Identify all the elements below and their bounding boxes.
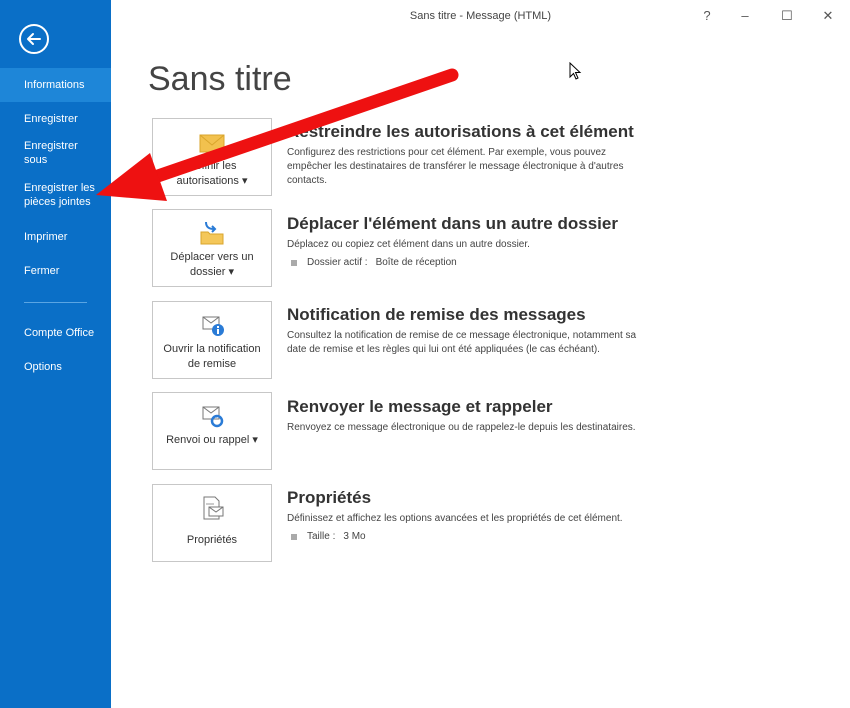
close-button[interactable]: ✕	[816, 6, 840, 26]
section-description: Déplacez ou copiez cet élément dans un a…	[287, 239, 530, 250]
properties-icon	[203, 496, 224, 520]
page-title: Sans titre	[148, 60, 292, 98]
open-delivery-notification-button[interactable]: Ouvrir la notification de remise	[152, 301, 272, 379]
minimize-button[interactable]: –	[733, 6, 757, 26]
section-resend-recall: Renvoyer le message et rappeler Renvoyez…	[287, 397, 647, 435]
resend-recall-button[interactable]: Renvoi ou rappel ▾	[152, 392, 272, 470]
move-to-folder-icon	[200, 221, 224, 245]
mouse-cursor-icon	[569, 62, 582, 80]
size-value: 3 Mo	[343, 531, 366, 542]
maximize-button[interactable]: ☐	[775, 6, 799, 26]
section-properties: Propriétés Définissez et affichez les op…	[287, 488, 647, 542]
back-arrow-icon	[27, 33, 41, 45]
chevron-down-icon: ▾	[228, 266, 235, 278]
section-title: Notification de remise des messages	[287, 305, 586, 324]
nav-item-informations[interactable]: Informations	[0, 68, 111, 102]
size-row: Taille : 3 Mo	[287, 531, 647, 542]
resend-recall-label: Renvoi ou rappel ▾	[166, 434, 258, 446]
bullet-icon	[291, 533, 297, 540]
section-description: Consultez la notification de remise de c…	[287, 330, 637, 355]
backstage-sidebar: Informations Enregistrer Enregistrer sou…	[0, 0, 111, 708]
nav-item-enregistrer-sous[interactable]: Enregistrer sous	[0, 136, 111, 170]
section-title: Renvoyer le message et rappeler	[287, 397, 553, 416]
section-delivery-notification: Notification de remise des messages Cons…	[287, 305, 647, 357]
nav-item-options[interactable]: Options	[0, 350, 111, 384]
section-description: Configurez des restrictions pour cet élé…	[287, 147, 624, 186]
nav-item-imprimer[interactable]: Imprimer	[0, 220, 111, 254]
set-permissions-label: Définir les autorisations ▾	[176, 160, 248, 187]
open-delivery-notification-label: Ouvrir la notification de remise	[163, 343, 261, 370]
back-button[interactable]	[19, 24, 49, 54]
section-description: Renvoyez ce message électronique ou de r…	[287, 422, 636, 433]
move-to-folder-label: Déplacer vers un dossier ▾	[170, 251, 254, 278]
properties-button[interactable]: Propriétés	[152, 484, 272, 562]
resend-recall-icon	[202, 406, 224, 428]
section-title: Déplacer l'élément dans un autre dossier	[287, 214, 618, 233]
properties-label: Propriétés	[186, 534, 238, 546]
section-move-item: Déplacer l'élément dans un autre dossier…	[287, 214, 647, 268]
bullet-icon	[291, 259, 297, 266]
move-to-folder-button[interactable]: Déplacer vers un dossier ▾	[152, 209, 272, 287]
nav-item-compte-office[interactable]: Compte Office	[0, 316, 111, 350]
help-button[interactable]: ?	[695, 6, 719, 26]
size-label: Taille :	[307, 531, 336, 542]
title-bar: Sans titre - Message (HTML) ? – ☐ ✕	[111, 0, 850, 34]
delivery-notification-icon	[202, 316, 224, 336]
nav-item-enregistrer[interactable]: Enregistrer	[0, 102, 111, 136]
section-restrict-permissions: Restreindre les autorisations à cet élém…	[287, 122, 647, 188]
nav-item-fermer[interactable]: Fermer	[0, 254, 111, 288]
active-folder-row: Dossier actif : Boîte de réception	[287, 257, 647, 268]
active-folder-value: Boîte de réception	[375, 257, 457, 268]
active-folder-label: Dossier actif :	[307, 257, 368, 268]
section-description: Définissez et affichez les options avanc…	[287, 513, 623, 524]
chevron-down-icon: ▾	[241, 175, 248, 187]
envelope-lock-icon	[199, 134, 225, 153]
nav-item-enregistrer-pieces-jointes[interactable]: Enregistrer les pièces jointes	[0, 170, 111, 220]
set-permissions-button[interactable]: Définir les autorisations ▾	[152, 118, 272, 196]
chevron-down-icon: ▾	[252, 434, 258, 446]
section-title: Propriétés	[287, 488, 372, 507]
section-title: Restreindre les autorisations à cet élém…	[287, 122, 634, 141]
nav-divider	[24, 302, 87, 303]
backstage-nav: Informations Enregistrer Enregistrer sou…	[0, 68, 111, 384]
